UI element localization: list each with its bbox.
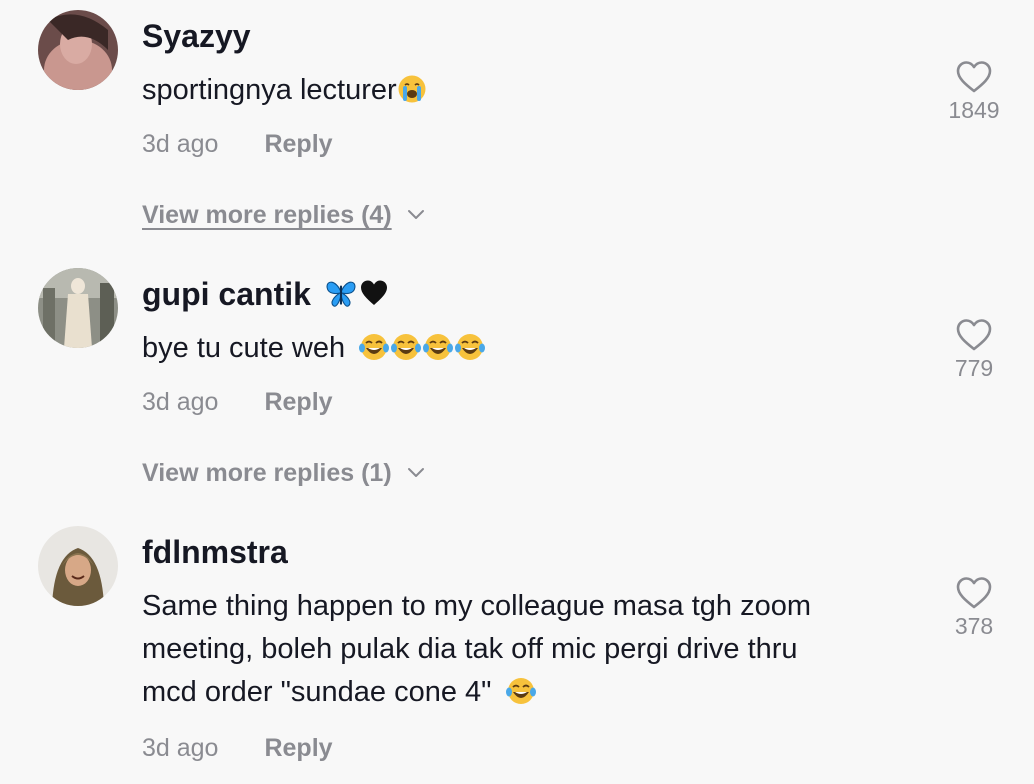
timestamp: 3d ago — [142, 130, 219, 158]
comment-text: bye tu cute weh — [142, 327, 922, 370]
like-button[interactable]: 779 — [940, 318, 1008, 382]
avatar[interactable] — [38, 10, 118, 90]
comment-text-line: meeting, boleh pulak dia tak off mic per… — [142, 633, 798, 665]
chevron-down-icon — [407, 210, 424, 220]
comment-meta: 3d ago Reply — [142, 732, 333, 764]
reply-button[interactable]: Reply — [264, 734, 332, 762]
reply-button[interactable]: Reply — [264, 388, 332, 416]
view-more-replies-button[interactable]: View more replies (4) — [142, 199, 426, 231]
avatar[interactable] — [38, 526, 118, 606]
view-more-replies-button[interactable]: View more replies (1) — [142, 457, 426, 489]
heart-icon — [956, 61, 992, 93]
tears-of-joy-emoji-icon — [505, 678, 536, 704]
like-count: 779 — [954, 355, 994, 381]
like-count: 1849 — [948, 97, 1000, 123]
timestamp: 3d ago — [142, 734, 219, 762]
username[interactable]: fdlnmstra — [142, 532, 288, 572]
view-more-replies-label: View more replies (1) — [142, 459, 392, 487]
tears-of-joy-emoji-icon — [391, 334, 422, 360]
comment-text-line: Same thing happen to my colleague masa t… — [142, 590, 812, 622]
username[interactable]: gupi cantik — [142, 274, 390, 314]
avatar[interactable] — [38, 268, 118, 348]
comment-text-line: mcd order "sundae cone 4" — [142, 671, 922, 714]
heart-icon — [956, 319, 992, 351]
like-button[interactable]: 378 — [940, 576, 1008, 640]
chevron-down-icon — [407, 468, 424, 478]
tears-of-joy-emoji-icon — [423, 334, 454, 360]
view-more-replies-label: View more replies (4) — [142, 201, 392, 229]
butterfly-emoji-icon — [326, 281, 356, 307]
comment-meta: 3d ago Reply — [142, 386, 333, 418]
reply-button[interactable]: Reply — [264, 130, 332, 158]
heart-icon — [956, 577, 992, 609]
black-heart-emoji-icon — [360, 280, 387, 305]
comment-text: Same thing happen to my colleague masa t… — [142, 585, 922, 714]
like-button[interactable]: 1849 — [940, 60, 1008, 124]
like-count: 378 — [954, 613, 994, 639]
username[interactable]: Syazyy — [142, 16, 251, 56]
comment-text: sportingnya lecturer — [142, 69, 922, 112]
comment-meta: 3d ago Reply — [142, 128, 333, 160]
timestamp: 3d ago — [142, 388, 219, 416]
tears-of-joy-emoji-icon — [359, 334, 390, 360]
crying-face-emoji-icon — [398, 75, 426, 103]
tears-of-joy-emoji-icon — [455, 334, 486, 360]
